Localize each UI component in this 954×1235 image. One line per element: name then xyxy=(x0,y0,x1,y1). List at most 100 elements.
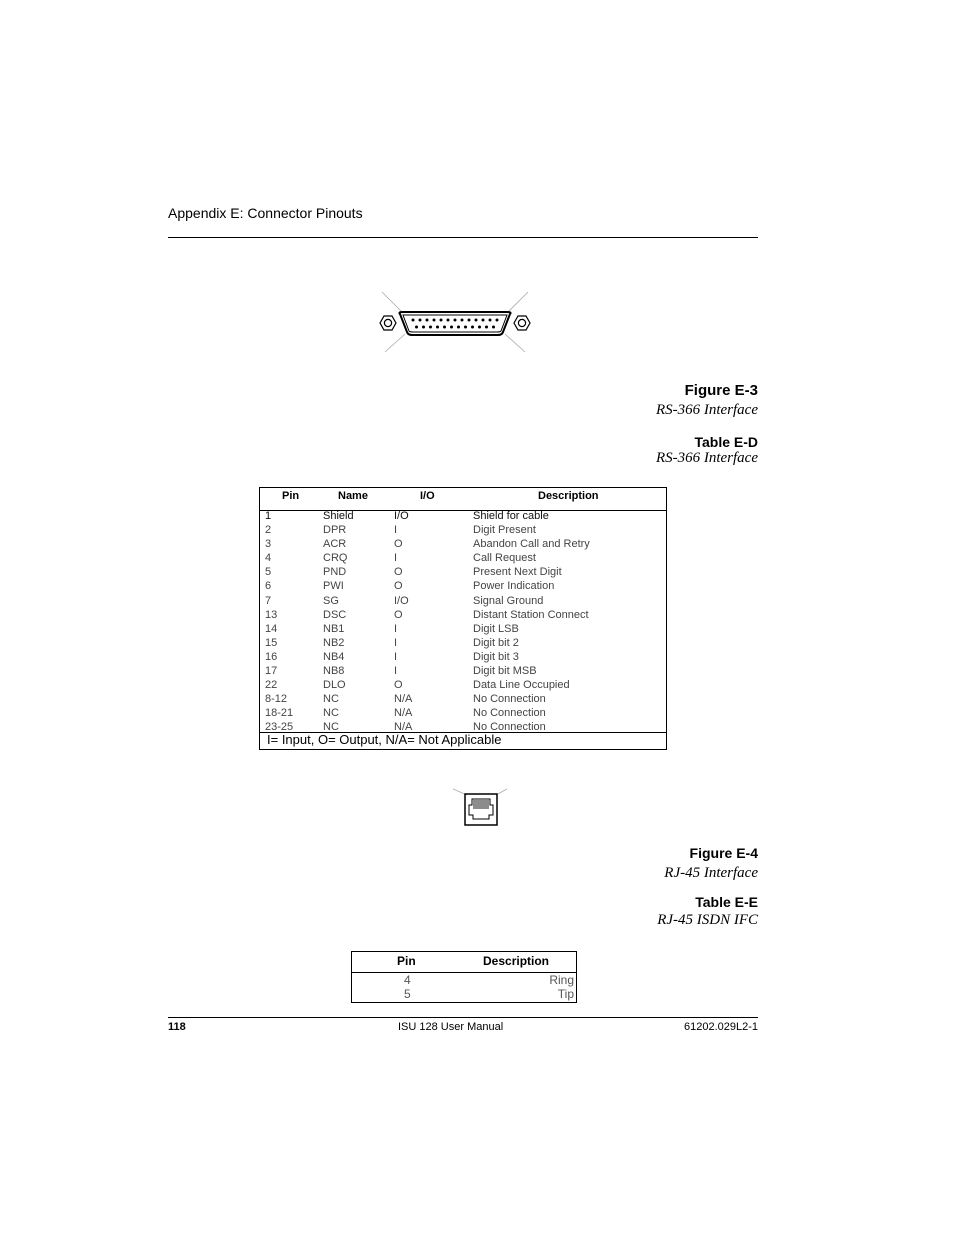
cell-name: SG xyxy=(323,594,339,607)
table-ed-title: Table E-D xyxy=(694,434,758,450)
db25-connector-icon xyxy=(379,291,531,353)
cell-pin: 18-21 xyxy=(265,707,294,720)
rj45-connector-icon xyxy=(452,788,508,826)
cell-name: DLO xyxy=(323,679,346,692)
table-row: 8-12 NC N/A No Connection xyxy=(260,692,666,706)
cell-name: NC xyxy=(323,707,339,720)
column-header-name: Name xyxy=(338,490,368,502)
cell-description: No Connection xyxy=(473,693,546,706)
cell-io: O xyxy=(394,566,403,579)
table-row: 16 NB4 I Digit bit 3 xyxy=(260,650,666,664)
figure-e3-caption: RS-366 Interface xyxy=(655,402,758,418)
cell-description: Digit bit MSB xyxy=(473,665,537,678)
cell-io: I xyxy=(394,552,398,565)
header-divider xyxy=(168,237,758,238)
cell-pin: 6 xyxy=(265,580,272,593)
cell-io: I/O xyxy=(394,510,409,522)
cell-io: N/A xyxy=(394,693,413,706)
footer-divider xyxy=(168,1017,758,1018)
manual-title: ISU 128 User Manual xyxy=(398,1021,504,1033)
cell-pin: 3 xyxy=(265,538,272,551)
cell-io: O xyxy=(394,580,403,593)
column-header-pin: Pin xyxy=(282,490,300,502)
cell-io: I xyxy=(394,650,398,663)
figure-e3-title: Figure E-3 xyxy=(684,382,758,399)
cell-description: Abandon Call and Retry xyxy=(473,538,590,551)
cell-name: NC xyxy=(323,693,339,706)
cell-description: No Connection xyxy=(473,707,546,720)
cell-io: I/O xyxy=(394,594,409,607)
table-row: 22 DLO O Data Line Occupied xyxy=(260,678,666,692)
document-number: 61202.029L2-1 xyxy=(683,1021,758,1033)
column-header-pin: Pin xyxy=(397,954,416,968)
cell-pin: 5 xyxy=(404,987,411,1001)
table-row: 15 NB2 I Digit bit 2 xyxy=(260,636,666,650)
cell-description: Distant Station Connect xyxy=(473,608,589,621)
cell-description: Tip xyxy=(557,987,574,1001)
cell-description: Digit Present xyxy=(473,524,536,537)
cell-description: Digit bit 2 xyxy=(473,636,519,649)
cell-description: Data Line Occupied xyxy=(473,679,570,692)
cell-name: PND xyxy=(323,566,347,579)
cell-pin: 22 xyxy=(265,679,278,692)
table-row: 4 Ring xyxy=(352,973,576,987)
table-header: Pin Description xyxy=(352,952,576,973)
cell-description: Signal Ground xyxy=(473,594,544,607)
cell-description: Ring xyxy=(549,973,574,987)
cell-pin: 14 xyxy=(265,622,278,635)
cell-pin: 4 xyxy=(265,552,272,565)
cell-name: NB1 xyxy=(323,622,345,635)
table-row: 17 NB8 I Digit bit MSB xyxy=(260,664,666,678)
cell-name: DPR xyxy=(323,524,347,537)
table-footnote: I= Input, O= Output, N/A= Not Applicable xyxy=(260,732,666,749)
rj45-pinout-table: Pin Description 4 Ring 5 Tip xyxy=(351,951,577,1003)
cell-name: NB2 xyxy=(323,636,345,649)
cell-pin: 5 xyxy=(265,566,272,579)
cell-io: I xyxy=(394,665,398,678)
cell-description: Digit LSB xyxy=(473,622,519,635)
table-row: 5 PND O Present Next Digit xyxy=(260,565,666,579)
cell-pin: 16 xyxy=(265,650,278,663)
cell-pin: 2 xyxy=(265,524,272,537)
cell-pin: 1 xyxy=(265,510,272,522)
cell-name: PWI xyxy=(323,580,344,593)
cell-io: I xyxy=(394,636,398,649)
cell-pin: 7 xyxy=(265,594,272,607)
table-row: 1 Shield I/O Shield for cable xyxy=(260,509,666,523)
cell-name: Shield xyxy=(323,510,354,522)
cell-name: CRQ xyxy=(323,552,348,565)
table-ee-title: Table E-E xyxy=(695,894,758,910)
table-header: Pin Name I/O Description xyxy=(260,488,666,511)
cell-pin: 17 xyxy=(265,665,278,678)
cell-io: O xyxy=(394,679,403,692)
cell-io: O xyxy=(394,538,403,551)
cell-io: O xyxy=(394,608,403,621)
table-row: 18-21 NC N/A No Connection xyxy=(260,706,666,720)
table-row: 4 CRQ I Call Request xyxy=(260,551,666,565)
figure-e4-title: Figure E-4 xyxy=(689,845,758,861)
table-row: 2 DPR I Digit Present xyxy=(260,523,666,537)
cell-pin: 8-12 xyxy=(265,693,288,706)
figure-e4-caption: RJ-45 Interface xyxy=(664,865,758,881)
cell-name: NB4 xyxy=(323,650,345,663)
table-row: 7 SG I/O Signal Ground xyxy=(260,594,666,608)
cell-description: Digit bit 3 xyxy=(473,650,519,663)
table-row: 6 PWI O Power Indication xyxy=(260,579,666,593)
cell-description: Call Request xyxy=(473,552,536,565)
cell-io: N/A xyxy=(394,707,413,720)
cell-pin: 13 xyxy=(265,608,278,621)
table-row: 13 DSC O Distant Station Connect xyxy=(260,608,666,622)
cell-name: ACR xyxy=(323,538,347,551)
table-row: 5 Tip xyxy=(352,987,576,1001)
cell-io: I xyxy=(394,622,398,635)
cell-description: Present Next Digit xyxy=(473,566,562,579)
column-header-description: Description xyxy=(538,490,599,502)
cell-name: NB8 xyxy=(323,665,345,678)
rs366-pinout-table: Pin Name I/O Description 1 Shield I/O Shiel… xyxy=(259,487,667,750)
table-body: 1 Shield I/O Shield for cable 2 DPR I Digit Pre… xyxy=(260,509,666,735)
table-ed-caption: RS-366 Interface xyxy=(655,450,758,466)
cell-pin: 15 xyxy=(265,636,278,649)
table-row: 3 ACR O Abandon Call and Retry xyxy=(260,537,666,551)
table-row: 14 NB1 I Digit LSB xyxy=(260,622,666,636)
cell-description: Shield for cable xyxy=(473,510,549,522)
